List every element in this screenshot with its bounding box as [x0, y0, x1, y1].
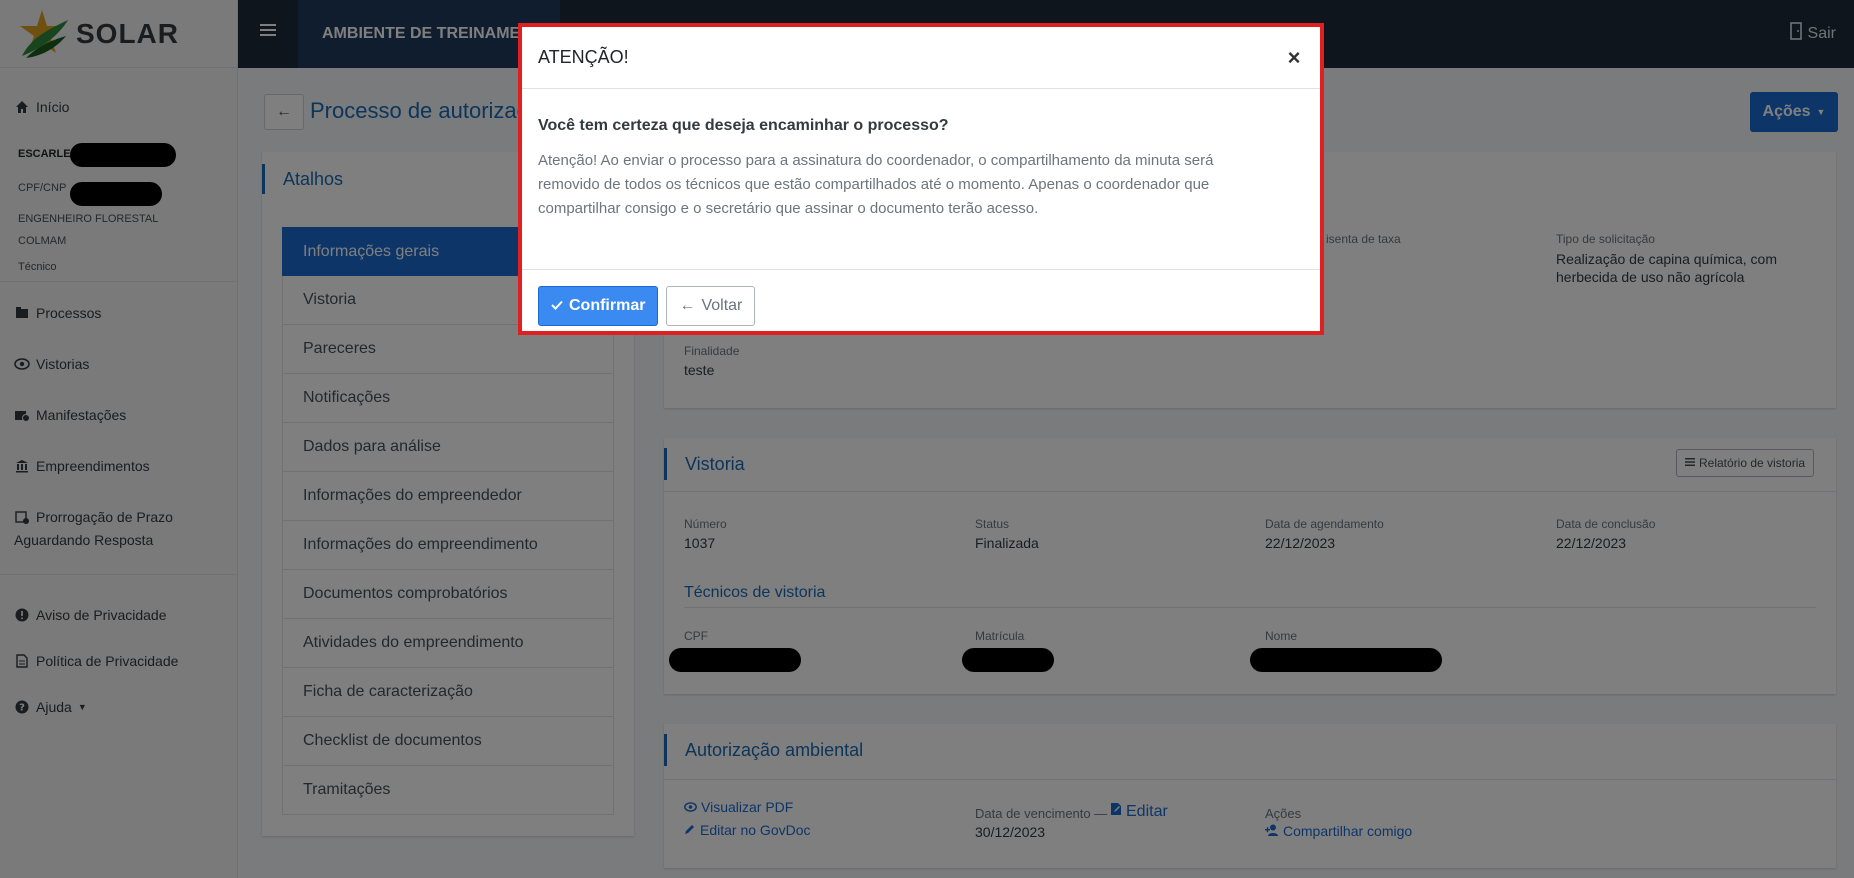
- modal-body: Você tem certeza que deseja encaminhar o…: [522, 89, 1320, 270]
- confirm-label: Confirmar: [569, 297, 646, 314]
- confirmation-modal: ATENÇÃO! × Você tem certeza que deseja e…: [518, 23, 1324, 335]
- check-icon: [551, 297, 563, 315]
- close-icon[interactable]: ×: [1284, 45, 1304, 71]
- back-button[interactable]: ← Voltar: [666, 286, 756, 326]
- confirm-button[interactable]: Confirmar: [538, 286, 659, 326]
- modal-footer: Confirmar ← Voltar: [522, 270, 1320, 342]
- modal-header: ATENÇÃO! ×: [522, 27, 1320, 89]
- arrow-left-icon: ←: [679, 297, 696, 314]
- modal-message: Atenção! Ao enviar o processo para a ass…: [538, 152, 1214, 217]
- modal-question: Você tem certeza que deseja encaminhar o…: [538, 117, 949, 134]
- back-label: Voltar: [701, 297, 743, 314]
- modal-title: ATENÇÃO!: [538, 47, 629, 67]
